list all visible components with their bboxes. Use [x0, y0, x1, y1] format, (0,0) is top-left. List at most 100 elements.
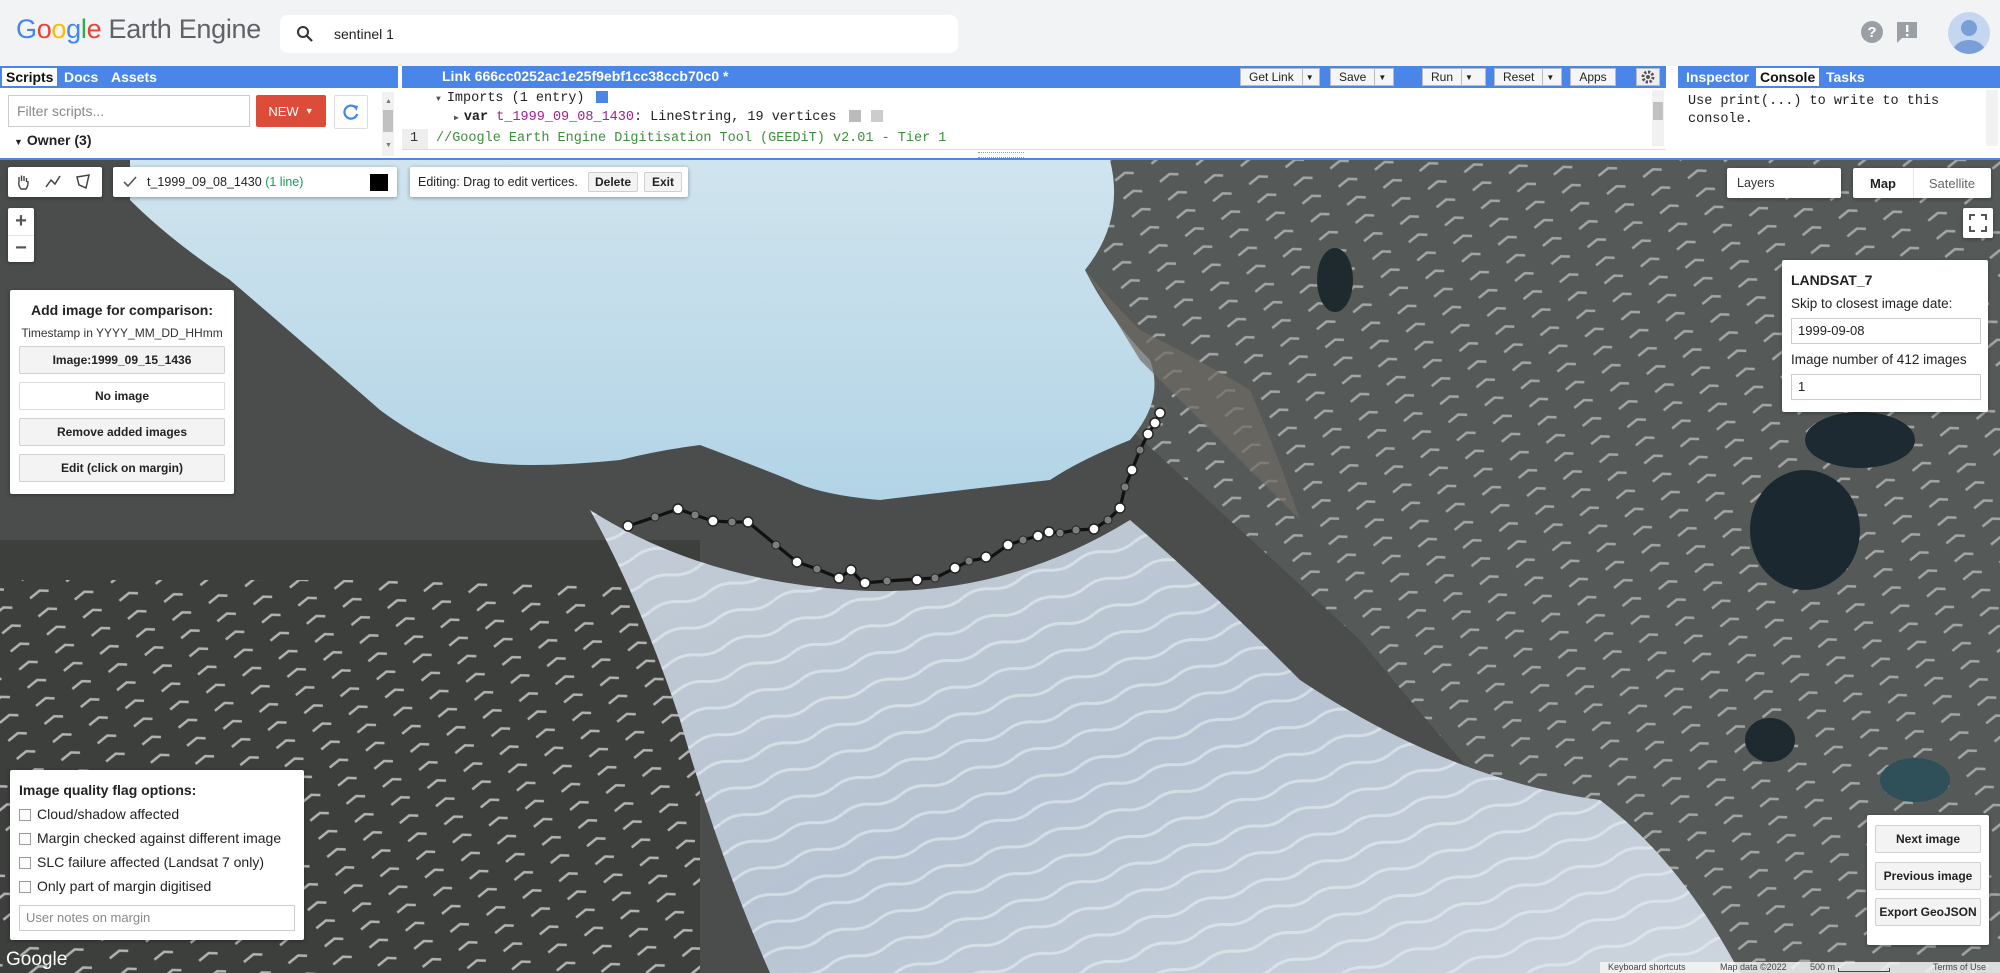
- layers-control[interactable]: Layers: [1727, 168, 1841, 198]
- filter-placeholder: Filter scripts...: [17, 103, 105, 119]
- line-tool-icon[interactable]: [44, 173, 62, 191]
- color-swatch[interactable]: [370, 174, 388, 191]
- flag-slc-failure[interactable]: SLC failure affected (Landsat 7 only): [19, 854, 264, 870]
- zoom-out-button[interactable]: −: [8, 235, 34, 262]
- satellite-type-button[interactable]: Satellite: [1913, 168, 1991, 198]
- tab-assets[interactable]: Assets: [107, 68, 161, 86]
- zoom-in-button[interactable]: +: [8, 208, 34, 236]
- hand-tool-icon[interactable]: [14, 173, 32, 191]
- quality-title: Image quality flag options:: [19, 782, 197, 798]
- checkmark-icon[interactable]: [122, 174, 138, 190]
- owner-folder[interactable]: ▼ Owner (3): [14, 132, 92, 148]
- caret-down-icon: ▼: [304, 106, 314, 116]
- tab-inspector[interactable]: Inspector: [1682, 68, 1753, 86]
- feedback-icon[interactable]: [1895, 20, 1919, 44]
- script-title: Link 666cc0252ac1e25f9ebf1cc38ccb70c0 *: [442, 68, 729, 84]
- search-input[interactable]: sentinel 1: [334, 26, 394, 42]
- no-image-button[interactable]: No image: [19, 382, 225, 410]
- caret-down-icon: ▼: [1374, 69, 1389, 85]
- image-number-input[interactable]: 1: [1791, 374, 1981, 400]
- avatar[interactable]: [1948, 12, 1990, 54]
- checkbox[interactable]: [19, 857, 31, 870]
- top-bar: Google Earth Engine sentinel 1 ?: [0, 0, 2000, 66]
- next-image-button[interactable]: Next image: [1875, 825, 1981, 853]
- caret-down-icon: ▼: [1461, 69, 1476, 85]
- new-label: NEW: [268, 103, 299, 119]
- checkbox[interactable]: [19, 881, 31, 894]
- date-input[interactable]: 1999-09-08: [1791, 318, 1981, 344]
- reset-button[interactable]: Reset ▼: [1494, 68, 1562, 86]
- get-link-label: Get Link: [1249, 70, 1294, 84]
- flag-label: Only part of margin digitised: [37, 878, 212, 894]
- filter-scripts-input[interactable]: Filter scripts...: [8, 95, 250, 127]
- refresh-icon: [341, 102, 361, 122]
- flag-label: SLC failure affected (Landsat 7 only): [37, 854, 264, 870]
- terms-link[interactable]: Terms of Use: [1933, 962, 1986, 972]
- flag-margin-checked[interactable]: Margin checked against different image: [19, 830, 281, 846]
- tab-tasks[interactable]: Tasks: [1822, 68, 1869, 86]
- reset-label: Reset: [1503, 70, 1535, 84]
- edit-margin-button[interactable]: Edit (click on margin): [19, 454, 225, 482]
- keyboard-shortcuts-link[interactable]: Keyboard shortcuts: [1608, 962, 1686, 972]
- google-watermark: Google: [6, 949, 68, 970]
- image-navigator-panel: LANDSAT_7 Skip to closest image date: 19…: [1782, 260, 1988, 412]
- scale-label[interactable]: 500 m: [1810, 962, 1835, 972]
- polygon-tool-icon[interactable]: [74, 173, 92, 191]
- previous-image-button[interactable]: Previous image: [1875, 862, 1981, 890]
- svg-text:?: ?: [1867, 24, 1876, 41]
- earth-engine-logo[interactable]: Google Earth Engine: [16, 14, 261, 45]
- tab-console[interactable]: Console: [1756, 68, 1820, 86]
- layer-name[interactable]: t_1999_09_08_1430 (1 line): [147, 175, 303, 189]
- editor-scrollbar[interactable]: [1652, 90, 1664, 146]
- checkbox[interactable]: [19, 833, 31, 846]
- editor-toolbar: Link 666cc0252ac1e25f9ebf1cc38ccb70c0 * …: [402, 66, 1666, 88]
- imports-label: Imports (1 entry): [446, 91, 585, 106]
- layer-count: (1 line): [265, 175, 304, 189]
- drawing-tools: [8, 167, 102, 197]
- settings-icon[interactable]: [870, 110, 883, 123]
- settings-button[interactable]: [1636, 68, 1660, 86]
- run-button[interactable]: Run ▼: [1422, 68, 1486, 86]
- flag-cloud[interactable]: Cloud/shadow affected: [19, 806, 179, 822]
- apps-button[interactable]: Apps: [1570, 68, 1616, 86]
- search-box[interactable]: sentinel 1: [280, 15, 958, 53]
- run-label: Run: [1431, 70, 1454, 84]
- image-number-label: Image number of 412 images: [1791, 352, 1967, 367]
- user-notes-input[interactable]: User notes on margin: [19, 905, 295, 931]
- import-var-line[interactable]: ▶ var t_1999_09_08_1430: LineString, 19 v…: [454, 110, 883, 125]
- new-script-button[interactable]: NEW ▼: [256, 95, 326, 127]
- edit-icon[interactable]: [848, 110, 861, 123]
- get-link-button[interactable]: Get Link ▼: [1240, 68, 1320, 86]
- fullscreen-button[interactable]: [1963, 208, 1993, 238]
- refresh-button[interactable]: [334, 95, 368, 129]
- imports-line[interactable]: ▼ Imports (1 entry): [436, 91, 608, 106]
- geometry-layer-card: t_1999_09_08_1430 (1 line): [113, 167, 397, 197]
- navigation-panel: Next image Previous image Export GeoJSON: [1867, 815, 1989, 945]
- flag-partial-margin[interactable]: Only part of margin digitised: [19, 878, 211, 894]
- map-canvas[interactable]: t_1999_09_08_1430 (1 line) Editing: Drag…: [0, 160, 2000, 973]
- scrollbar[interactable]: ▲ ▼: [382, 92, 394, 156]
- checkbox[interactable]: [19, 809, 31, 822]
- product-name: Earth Engine: [108, 14, 261, 44]
- exit-button[interactable]: Exit: [644, 172, 682, 192]
- caret-down-icon: ▼: [1542, 69, 1557, 85]
- var-type: : LineString, 19 vertices: [633, 110, 837, 125]
- console-output: Use print(...) to write to this console.: [1688, 94, 1940, 127]
- console-scrollbar[interactable]: [1986, 90, 1998, 146]
- tab-scripts[interactable]: Scripts: [2, 68, 58, 86]
- quality-flags-panel: Image quality flag options: Cloud/shadow…: [10, 770, 304, 940]
- code-comment-line[interactable]: //Google Earth Engine Digitisation Tool …: [436, 131, 946, 146]
- map-type-button[interactable]: Map: [1853, 168, 1914, 198]
- help-icon[interactable]: ?: [1860, 20, 1884, 44]
- delete-button[interactable]: Delete: [588, 172, 638, 192]
- save-label: Save: [1339, 70, 1367, 84]
- tab-docs[interactable]: Docs: [60, 68, 102, 86]
- export-geojson-button[interactable]: Export GeoJSON: [1875, 898, 1981, 926]
- save-button[interactable]: Save ▼: [1330, 68, 1394, 86]
- comparison-image-button[interactable]: Image:1999_09_15_1436: [19, 346, 225, 374]
- fullscreen-icon: [1969, 214, 1987, 232]
- sensor-title: LANDSAT_7: [1791, 272, 1873, 288]
- remove-images-button[interactable]: Remove added images: [19, 418, 225, 446]
- google-logo-text: Google: [16, 14, 102, 44]
- caret-down-icon: ▼: [436, 95, 441, 104]
